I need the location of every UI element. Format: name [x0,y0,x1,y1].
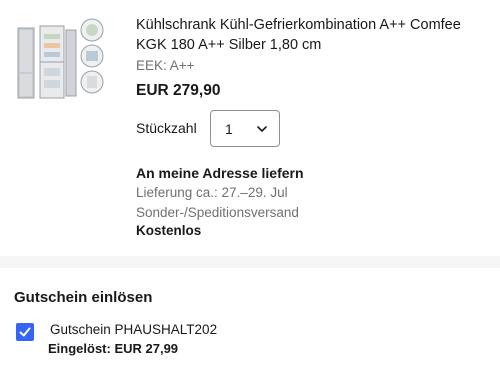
shipping-method: Sonder-/Speditionsversand [136,205,299,220]
shipping-cost: Kostenlos [136,223,202,238]
shipping-title: An meine Adresse liefern [136,165,304,181]
coupon-redeemed-amount: Eingelöst: EUR 27,99 [48,341,179,356]
cart-item: Kühlschrank Kühl-Gefrierkombination A++ … [0,0,500,255]
quantity-select[interactable]: 1 [210,110,280,147]
section-divider [0,256,500,268]
quantity-value: 1 [225,121,233,137]
item-title[interactable]: Kühlschrank Kühl-Gefrierkombination A++ … [136,15,488,55]
energy-class: EEK: A++ [136,58,195,73]
product-image[interactable] [16,16,108,108]
coupon-checkbox[interactable] [16,323,34,341]
quantity-label: Stückzahl [136,120,197,136]
coupon-code-label[interactable]: Gutschein PHAUSHALT202 [50,322,217,337]
chevron-down-icon [257,126,267,132]
item-price: EUR 279,90 [136,82,221,99]
delivery-estimate: Lieferung ca.: 27.–29. Jul [136,185,288,200]
coupon-heading: Gutschein einlösen [14,289,153,306]
fridge-image-icon [16,16,108,108]
checkmark-icon [19,327,31,337]
